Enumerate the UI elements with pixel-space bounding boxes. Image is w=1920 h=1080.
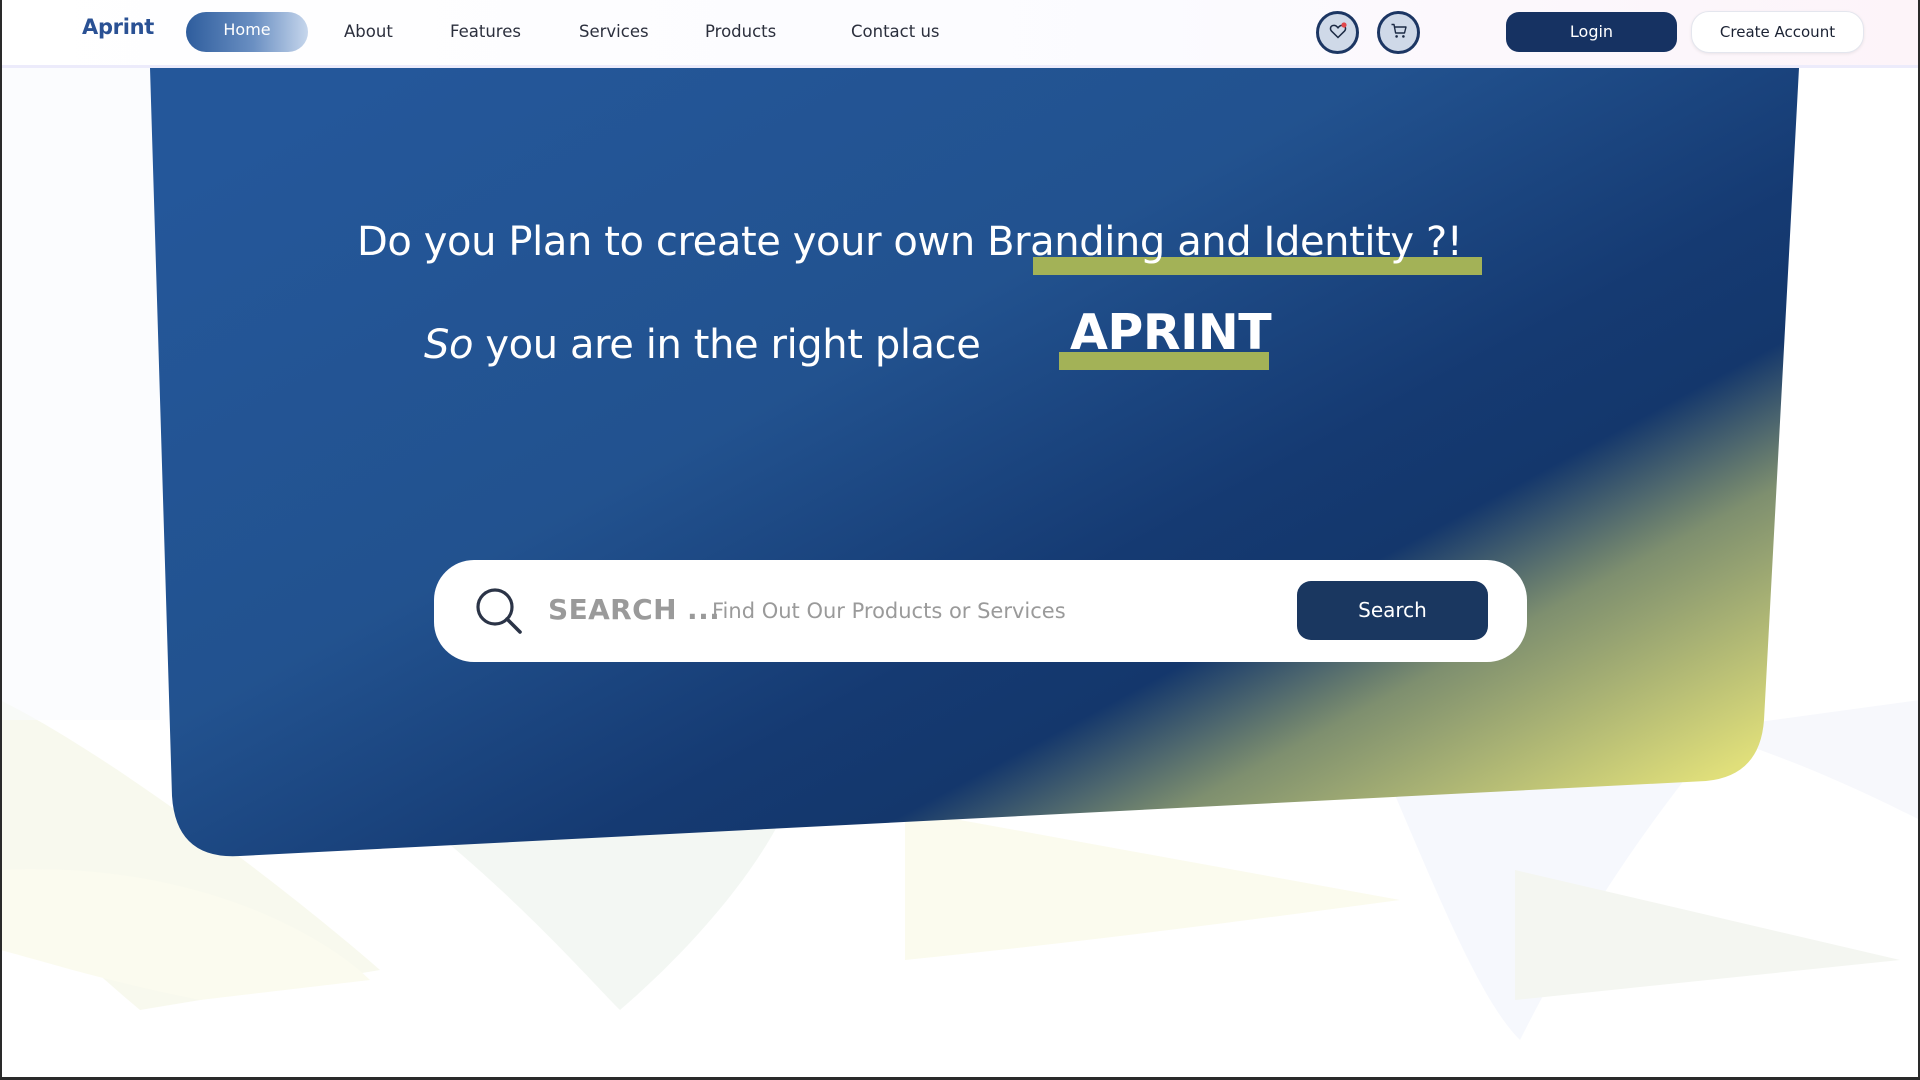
hero-headline: Do you Plan to create your own Branding … bbox=[357, 219, 1463, 265]
subline-italic: So bbox=[424, 322, 474, 368]
hero-section: Do you Plan to create your own Branding … bbox=[0, 0, 1920, 1080]
search-icon bbox=[474, 586, 526, 642]
hero-background-panel bbox=[150, 68, 1799, 857]
heart-icon bbox=[1328, 21, 1348, 45]
login-button[interactable]: Login bbox=[1506, 12, 1677, 52]
nav-products[interactable]: Products bbox=[705, 22, 776, 41]
nav-about[interactable]: About bbox=[344, 22, 393, 41]
nav-home[interactable]: Home bbox=[186, 12, 308, 52]
create-account-button[interactable]: Create Account bbox=[1691, 11, 1864, 53]
search-input[interactable] bbox=[712, 590, 1272, 632]
cart-button[interactable] bbox=[1377, 11, 1420, 54]
hero-subline: So you are in the right place bbox=[424, 322, 981, 368]
top-navbar: Aprint Home About Features Services Prod… bbox=[0, 0, 1920, 68]
search-button[interactable]: Search bbox=[1297, 581, 1488, 640]
nav-services[interactable]: Services bbox=[579, 22, 649, 41]
logo[interactable]: Aprint bbox=[82, 15, 154, 39]
cart-icon bbox=[1390, 22, 1408, 44]
nav-contact[interactable]: Contact us bbox=[851, 22, 940, 41]
wishlist-button[interactable] bbox=[1316, 11, 1359, 54]
nav-features[interactable]: Features bbox=[450, 22, 521, 41]
subline-text: you are in the right place bbox=[473, 322, 981, 368]
brand-name: APRINT bbox=[1070, 304, 1272, 361]
search-bar: SEARCH ... Search bbox=[434, 560, 1527, 662]
search-label: SEARCH ... bbox=[548, 593, 721, 626]
